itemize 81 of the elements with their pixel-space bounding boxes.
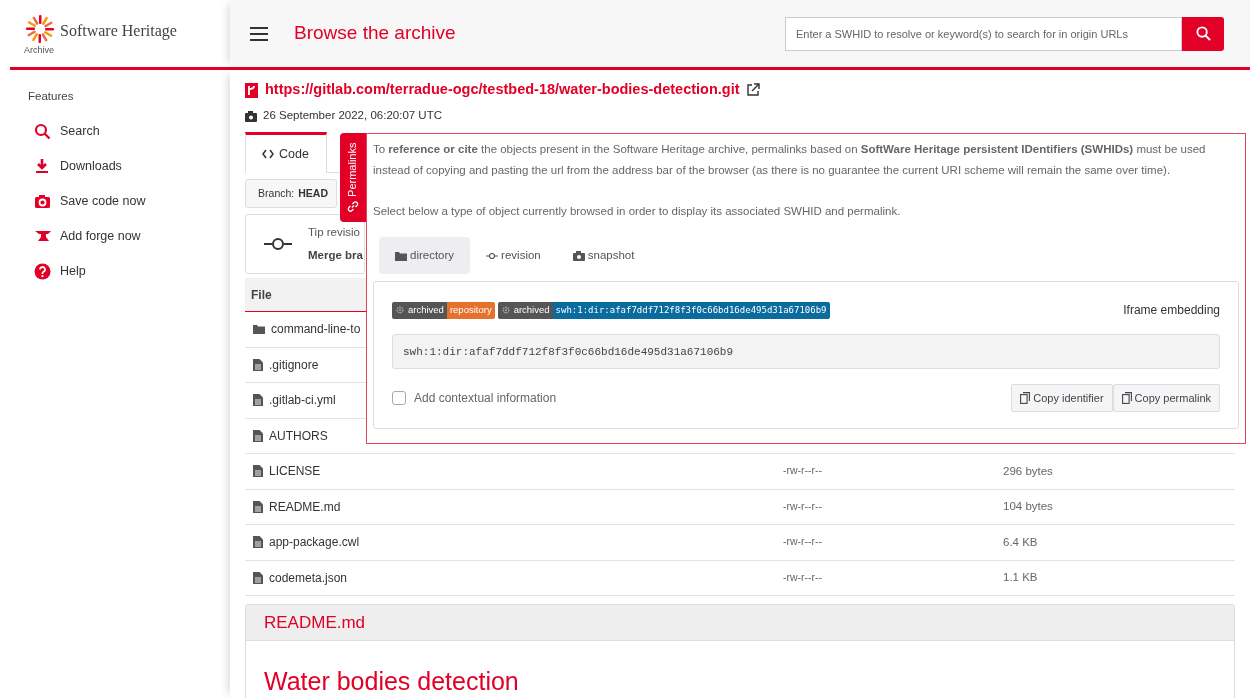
file-name[interactable]: command-line-to <box>271 320 361 339</box>
file-permissions: -rw-r--r-- <box>783 569 824 585</box>
camera-icon <box>245 110 257 122</box>
file-permissions: -rw-r--r-- <box>783 463 824 479</box>
code-icon <box>262 149 274 159</box>
file-icon <box>253 465 263 478</box>
help-icon <box>34 263 51 281</box>
swhid-field[interactable]: swh:1:dir:afaf7ddf712f8f3f0c66bd16de495d31a67106b9 <box>392 334 1220 370</box>
repository-icon <box>245 82 259 98</box>
copy-button[interactable]: Copy permalink <box>1112 384 1220 413</box>
menu-button[interactable] <box>250 26 268 41</box>
copy-button[interactable]: Copy identifier <box>1011 384 1113 413</box>
file-size: 6.4 KB <box>1003 534 1038 550</box>
sidebar-heading: Features <box>28 89 75 104</box>
file-name[interactable]: LICENSE <box>269 462 321 481</box>
search-button[interactable] <box>1182 16 1224 51</box>
camera-icon <box>572 250 585 261</box>
external-link-icon <box>745 83 760 97</box>
gear-icon <box>395 305 405 316</box>
badge-label: archived <box>408 303 444 318</box>
sidebar-item[interactable]: Search <box>28 114 230 150</box>
permalinks-instruction: Select below a type of object currently browsed in order to display its associated SWHID and permalink. <box>373 204 902 219</box>
column-header: File <box>251 286 272 304</box>
revision-label: Tip revisio <box>308 224 361 240</box>
readme-heading: Water bodies detection <box>264 666 520 697</box>
sidebar-item[interactable]: Save code now <box>28 184 230 220</box>
file-permissions: -rw-r--r-- <box>783 534 824 550</box>
file-permissions: -rw-r--r-- <box>783 498 824 514</box>
branch-button[interactable]: Branch: HEAD <box>245 179 337 208</box>
permalinks-tab[interactable]: Permalinks <box>340 133 366 222</box>
folder-icon <box>395 250 407 261</box>
file-size: 104 bytes <box>1003 499 1053 515</box>
page-title: Browse the archive <box>294 21 457 46</box>
badge-label: archived <box>513 303 550 318</box>
file-name[interactable]: app-package.cwl <box>269 533 360 552</box>
commit-icon <box>486 250 499 261</box>
iframe-embedding-link[interactable]: Iframe embedding <box>1123 301 1220 320</box>
file-size: 1.1 KB <box>1003 570 1038 586</box>
sidebar-item[interactable]: Add forge now <box>28 219 230 255</box>
search-icon <box>34 123 51 141</box>
file-icon <box>253 571 263 584</box>
origin-link[interactable]: https://gitlab.com/terradue-ogc/testbed-18/water-bodies-detection.git <box>265 79 740 101</box>
file-icon <box>253 500 263 513</box>
brand-subtitle: Archive <box>24 45 54 55</box>
file-size: 296 bytes <box>1003 463 1053 479</box>
object-type-tab[interactable]: directory <box>379 237 471 275</box>
readme-title: README.md <box>264 611 366 634</box>
permalinks-intro: To reference or cite the objects present in the Software Heritage archive, permalinks based on SoftWare Heritage persistent IDentifiers (SWHIDs) must be used instead of copying and pasting the url from the address bar of the browser (as there is no guarantee the current URI scheme will remain the same over time). <box>373 142 1207 178</box>
link-icon <box>347 201 359 213</box>
download-icon <box>34 158 51 176</box>
copy-icon <box>1121 392 1132 405</box>
folder-icon <box>253 324 265 335</box>
file-name[interactable]: README.md <box>269 497 341 516</box>
copy-icon <box>1020 392 1031 405</box>
snapshot-date: 26 September 2022, 06:20:07 UTC <box>263 108 442 124</box>
badge-value: repository <box>446 301 495 319</box>
gear-icon <box>500 305 511 316</box>
brand-name: Software Heritage <box>60 20 177 42</box>
object-type-tab[interactable]: revision <box>470 237 557 275</box>
revision-message: Merge bra <box>308 248 363 263</box>
sidebar-item[interactable]: Help <box>28 254 230 290</box>
search-field[interactable]: Enter a SWHID to resolve or keyword(s) to search for in origin URLs <box>785 16 1182 51</box>
commit-icon <box>264 238 292 250</box>
badge-value: swh:1:dir:afaf7ddf712f8f3f0c66bd16de495d31a67106b9 <box>552 301 830 319</box>
file-icon <box>253 394 263 407</box>
file-name[interactable]: .gitlab-ci.yml <box>269 391 336 410</box>
file-name[interactable]: .gitignore <box>269 355 319 374</box>
sidebar-item[interactable]: Downloads <box>28 149 230 185</box>
object-type-tab[interactable]: snapshot <box>556 237 651 275</box>
file-name[interactable]: codemeta.json <box>269 568 348 587</box>
contextual-checkbox[interactable]: Add contextual information <box>392 389 1012 408</box>
file-icon <box>253 358 263 371</box>
permalinks-label: Permalinks <box>345 142 360 198</box>
camera-icon <box>34 193 51 211</box>
search-icon <box>1195 26 1211 41</box>
code-tab[interactable]: Code <box>245 132 327 173</box>
file-name[interactable]: AUTHORS <box>269 426 328 445</box>
file-icon <box>253 429 263 442</box>
checkbox[interactable] <box>392 391 406 406</box>
file-icon <box>253 536 263 549</box>
logo-icon <box>24 12 56 45</box>
